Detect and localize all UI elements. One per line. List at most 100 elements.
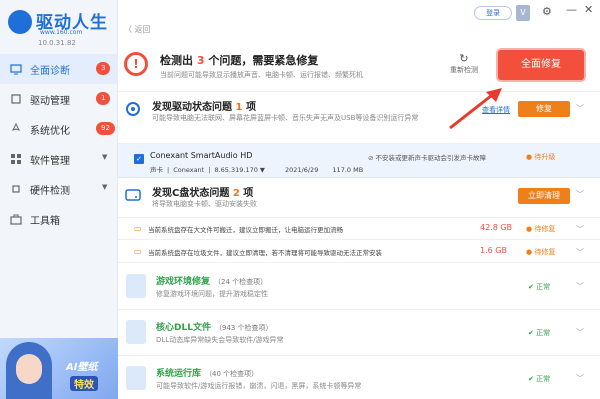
gear-icon xyxy=(126,102,140,116)
check-count: （24 个检查项） xyxy=(214,278,268,286)
section-title: 系统运行库 （40 个检查项） xyxy=(156,369,259,379)
c-drive-issue-section: 发现C盘状态问题 2 项 将导致电脑变卡顿、驱动安装失败 立即清理 ﹀ xyxy=(118,178,600,218)
sidebar-item-label: 驱动管理 xyxy=(30,95,70,107)
chevron-down-icon: ▼ xyxy=(102,183,108,191)
device-checkbox[interactable]: ✓ xyxy=(134,154,144,164)
check-count: （40 个检查项） xyxy=(205,370,259,378)
refresh-icon: ↻ xyxy=(459,52,469,65)
back-link[interactable]: 〈 返回 xyxy=(124,24,151,35)
device-note: ⊘ 不安装或更新声卡驱动会引发声卡故障 xyxy=(368,154,487,162)
trash-icon: ▭ xyxy=(134,247,142,256)
section-subtitle: 修复游戏环境问题，提升游戏稳定性 xyxy=(156,290,268,298)
ok-status: ✔ 正常 xyxy=(528,283,551,291)
repair-button[interactable]: 修复 xyxy=(518,101,570,117)
device-meta: 声卡 | Conexant | 8.65.319.170 ▼ 2021/6/29 117… xyxy=(150,166,364,174)
chevron-down-icon[interactable]: ﹀ xyxy=(576,224,584,235)
device-name: Conexant SmartAudio HD xyxy=(150,151,253,160)
section-subtitle: DLL动态库异常缺失会导致软件/游戏异常 xyxy=(156,336,284,344)
section-subtitle: 可能导致电脑无法联网、屏幕花屏蓝屏卡顿、音乐失声无声及USB等设备识别运行异常 xyxy=(152,114,419,122)
view-details-link[interactable]: 查看详情 xyxy=(482,105,510,115)
login-button[interactable]: 登录 xyxy=(474,6,512,20)
section-title: 游戏环境修复 （24 个检查项） xyxy=(156,277,268,287)
hard-drive-icon xyxy=(125,189,141,201)
promo-subtitle: 特效 xyxy=(70,376,98,391)
file-size: 1.6 GB xyxy=(480,246,507,255)
chip-icon xyxy=(11,94,21,104)
app-version: 10.0.31.82 xyxy=(38,39,76,47)
sidebar-item-label: 系统优化 xyxy=(30,125,70,137)
close-icon[interactable]: ✕ xyxy=(584,3,593,16)
runtime-section: 系统运行库 （40 个检查项） 可能导致软件/游戏运行报错，崩溃，闪退，黑屏，系统… xyxy=(118,356,600,399)
summary-subtitle: 当前问题可能导致显示播放声音、电脑卡顿、运行报错、频繁死机 xyxy=(160,71,363,79)
chevron-down-icon[interactable]: ﹀ xyxy=(576,281,584,292)
ok-status: ✔ 正常 xyxy=(528,375,551,383)
summary-title: 检测出 3 个问题，需要紧急修复 xyxy=(160,54,319,67)
sidebar-nav: 全面诊断 3 驱动管理 1 系统优化 92 软件管理 ▼ 硬件检测 ▼ 工具箱 xyxy=(0,54,118,234)
promo-character-face xyxy=(16,354,42,384)
diagnosis-summary: ! 检测出 3 个问题，需要紧急修复 当前问题可能导致显示播放声音、电脑卡顿、运… xyxy=(118,38,600,92)
clean-now-button[interactable]: 立即清理 xyxy=(518,188,570,204)
sidebar-item-label: 全面诊断 xyxy=(30,65,70,77)
rocket-icon xyxy=(12,123,20,131)
sidebar-item-hardware[interactable]: 硬件检测 ▼ xyxy=(0,174,118,204)
runtime-library-icon xyxy=(126,366,146,390)
check-count: （943 个检查项） xyxy=(214,324,273,332)
chevron-down-icon[interactable]: ﹀ xyxy=(576,327,584,338)
promo-title: AI壁纸 xyxy=(66,362,98,373)
monitor-icon xyxy=(10,64,22,75)
minimize-icon[interactable]: — xyxy=(566,3,577,16)
section-subtitle: 可能导致软件/游戏运行报错，崩溃，闪退，黑屏，系统卡顿等异常 xyxy=(156,382,362,390)
driver-version-select[interactable]: 8.65.319.170 ▼ xyxy=(214,166,264,174)
sidebar-item-software[interactable]: 软件管理 ▼ xyxy=(0,144,118,174)
gamepad-icon xyxy=(126,274,146,298)
sidebar-item-diagnose[interactable]: 全面诊断 3 xyxy=(0,54,118,84)
chevron-down-icon[interactable]: ﹀ xyxy=(576,247,584,258)
driver-date: 2021/6/29 xyxy=(285,166,319,174)
driver-issue-section: 发现驱动状态问题 1 项 可能导致电脑无法联网、屏幕花屏蓝屏卡顿、音乐失声无声及… xyxy=(118,92,600,144)
chevron-down-icon[interactable]: ﹀ xyxy=(576,373,584,384)
ai-wallpaper-promo[interactable]: AI壁纸 特效 xyxy=(0,338,118,399)
vip-icon[interactable]: V xyxy=(516,5,530,21)
redetect-button[interactable]: ↻ 重新检测 xyxy=(446,52,482,75)
issue-text: 当前系统盘存在大文件可搬迁，建议立即搬迁，让电脑运行更加流畅 xyxy=(148,226,343,234)
toolbox-icon xyxy=(10,214,22,225)
repair-status: ● 待修复 xyxy=(526,248,556,256)
app-logo: 驱动人生 www.160.com 10.0.31.82 xyxy=(8,8,112,48)
file-size: 42.8 GB xyxy=(480,223,513,232)
chevron-down-icon[interactable]: ﹀ xyxy=(576,189,584,200)
gear-icon[interactable]: ⚙ xyxy=(542,5,552,18)
sidebar-item-optimize[interactable]: 系统优化 92 xyxy=(0,114,118,144)
count-badge: 3 xyxy=(96,62,111,75)
dll-file-icon xyxy=(126,320,146,344)
chevron-down-icon[interactable]: ﹀ xyxy=(576,103,584,114)
device-vendor: Conexant xyxy=(173,166,205,174)
game-env-section: 游戏环境修复 （24 个检查项） 修复游戏环境问题，提升游戏稳定性 ✔ 正常 ﹀ xyxy=(118,264,600,310)
section-subtitle: 将导致电脑变卡顿、驱动安装失败 xyxy=(152,200,257,208)
count-badge: 92 xyxy=(96,122,115,135)
issue-text: 当前系统盘存在垃圾文件，建议立即清理，若不清理将可能导致驱动无法正常安装 xyxy=(148,249,382,257)
sidebar-item-driver[interactable]: 驱动管理 1 xyxy=(0,84,118,114)
dll-section: 核心DLL文件 （943 个检查项） DLL动态库异常缺失会导致软件/游戏异常 ✔… xyxy=(118,310,600,356)
title-bar: 〈 返回 登录 V ⚙ — ✕ xyxy=(118,0,600,38)
folder-icon: ▭ xyxy=(134,224,142,233)
chevron-down-icon: ▼ xyxy=(102,153,108,161)
sidebar-item-label: 工具箱 xyxy=(30,215,60,227)
sidebar-item-toolbox[interactable]: 工具箱 xyxy=(0,204,118,234)
upgrade-status: ● 待升级 xyxy=(526,153,556,161)
device-type: 声卡 xyxy=(150,166,163,174)
sidebar-item-label: 软件管理 xyxy=(30,155,70,167)
sidebar-item-label: 硬件检测 xyxy=(30,185,70,197)
section-title: 核心DLL文件 （943 个检查项） xyxy=(156,323,273,333)
repair-status: ● 待修复 xyxy=(526,225,556,233)
ok-status: ✔ 正常 xyxy=(528,329,551,337)
count-badge: 1 xyxy=(96,92,111,105)
cpu-icon xyxy=(12,185,20,193)
c-drive-issue-row: ▭ 当前系统盘存在垃圾文件，建议立即清理，若不清理将可能导致驱动无法正常安装 1… xyxy=(118,241,600,263)
section-title: 发现C盘状态问题 2 项 xyxy=(152,188,254,199)
apps-icon xyxy=(11,154,21,164)
driver-size: 117.0 MB xyxy=(332,166,364,174)
fix-all-button[interactable]: 全面修复 xyxy=(498,50,584,80)
logo-icon xyxy=(8,10,32,34)
section-title: 发现驱动状态问题 1 项 xyxy=(152,102,256,113)
app-url: www.160.com xyxy=(40,29,83,36)
